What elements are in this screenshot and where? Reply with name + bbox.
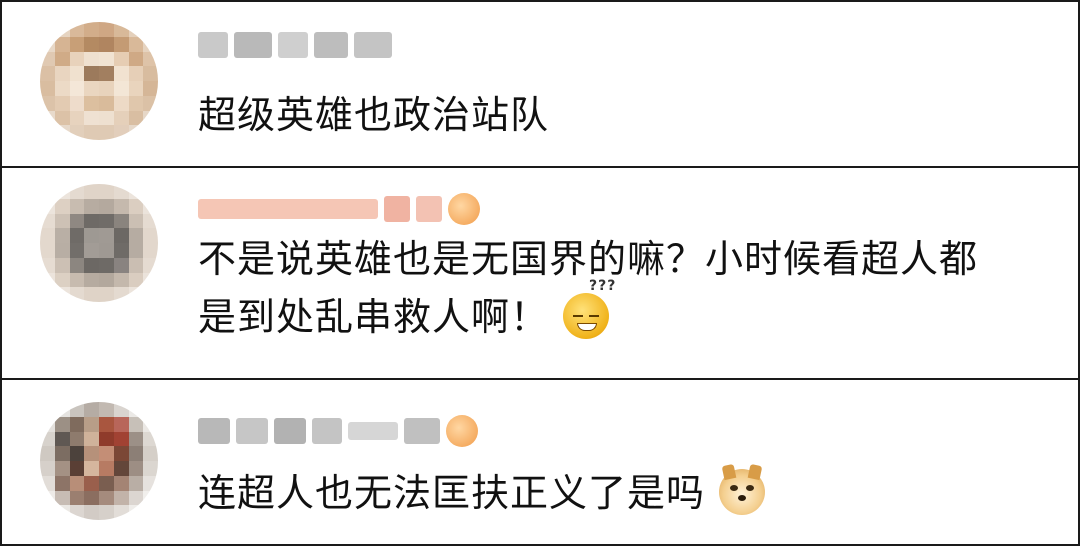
user-level-badge-icon xyxy=(446,415,478,447)
comment-text-line: 是到处乱串救人啊！ xyxy=(198,295,550,339)
comment-card: 不是说英雄也是无国界的嘛？小时候看超人都 是到处乱串救人啊！??? xyxy=(0,166,1080,380)
question-marks: ??? xyxy=(589,277,617,294)
comment-text: 连超人也无法匡扶正义了是吗 xyxy=(198,463,766,522)
avatar[interactable] xyxy=(40,402,158,520)
avatar[interactable] xyxy=(40,22,158,140)
comment-text-line: 不是说英雄也是无国界的嘛？小时候看超人都 xyxy=(198,237,979,281)
username-blurred[interactable] xyxy=(198,28,392,62)
doge-emoji-icon xyxy=(719,463,766,515)
comment-card: 超级英雄也政治站队 xyxy=(0,0,1080,168)
blurred-avatar-icon xyxy=(40,402,158,520)
avatar[interactable] xyxy=(40,184,158,302)
comment-text-line: 连超人也无法匡扶正义了是吗 xyxy=(198,471,706,515)
user-level-badge-icon xyxy=(448,193,480,225)
username-blurred[interactable] xyxy=(198,192,480,226)
username-blurred[interactable] xyxy=(198,414,478,448)
blurred-avatar-icon xyxy=(40,184,158,302)
sweat-confused-emoji-icon: ??? xyxy=(563,279,615,339)
comment-text: 超级英雄也政治站队 xyxy=(198,93,550,137)
comment-text: 不是说英雄也是无国界的嘛？小时候看超人都 是到处乱串救人啊！??? xyxy=(198,230,978,346)
comment-card: 连超人也无法匡扶正义了是吗 xyxy=(0,378,1080,546)
blurred-avatar-icon xyxy=(40,22,158,140)
